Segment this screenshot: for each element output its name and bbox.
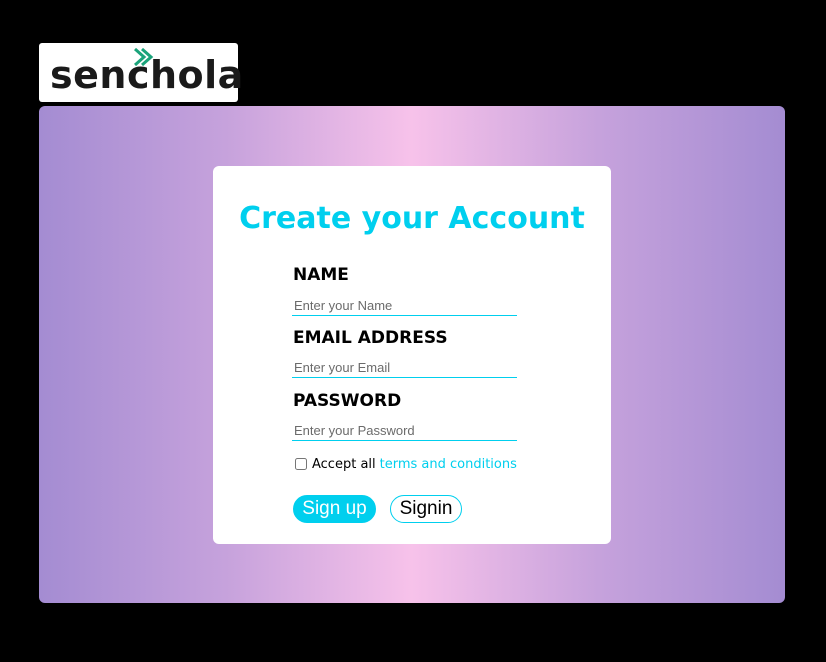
email-field[interactable] [292, 358, 517, 378]
terms-prefix: Accept all [312, 456, 376, 472]
terms-checkbox[interactable] [295, 458, 307, 470]
terms-row: Accept all terms and conditions [295, 455, 517, 473]
page-title: Create your Account [239, 201, 585, 236]
password-label: PASSWORD [293, 391, 402, 411]
signup-card: Create your Account NAME EMAIL ADDRESS P… [213, 166, 611, 544]
name-label: NAME [293, 265, 349, 285]
terms-link[interactable]: terms and conditions [380, 457, 517, 472]
signin-button[interactable]: Signin [390, 495, 462, 523]
email-label: EMAIL ADDRESS [293, 328, 448, 348]
logo: senchola [39, 43, 243, 102]
chevron-right-icon [134, 47, 154, 67]
name-field[interactable] [292, 296, 517, 316]
password-field[interactable] [292, 421, 517, 441]
signup-button[interactable]: Sign up [293, 495, 376, 523]
